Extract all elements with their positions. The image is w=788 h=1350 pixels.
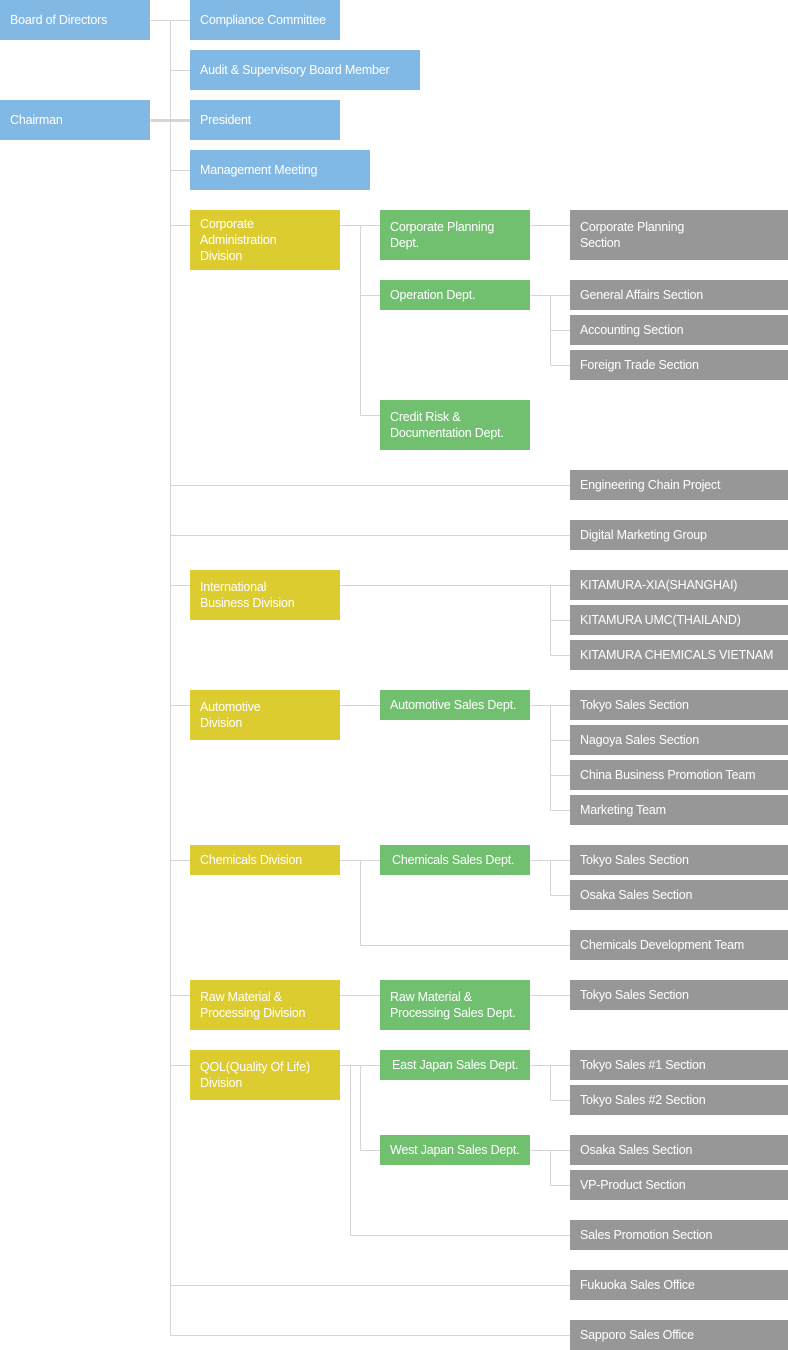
digital-marketing-group-box: Digital Marketing Group xyxy=(570,520,788,550)
sales-promotion-section-box: Sales Promotion Section xyxy=(570,1220,788,1250)
east-japan-sales-dept-box: East Japan Sales Dept. xyxy=(380,1050,530,1080)
compliance-committee-box: Compliance Committee xyxy=(190,0,340,40)
fukuoka-sales-office-box: Fukuoka Sales Office xyxy=(570,1270,788,1300)
automotive-sales-dept-box: Automotive Sales Dept. xyxy=(380,690,530,720)
qol-division-box: QOL(Quality Of Life) Division xyxy=(190,1050,340,1100)
kitamura-vietnam-box: KITAMURA CHEMICALS VIETNAM xyxy=(570,640,788,670)
chem-tokyo-sales-section-box: Tokyo Sales Section xyxy=(570,845,788,875)
general-affairs-section-box: General Affairs Section xyxy=(570,280,788,310)
accounting-section-box: Accounting Section xyxy=(570,315,788,345)
chemicals-division-box: Chemicals Division xyxy=(190,845,340,875)
corporate-planning-section-box: Corporate Planning Section xyxy=(570,210,788,260)
kitamura-umc-box: KITAMURA UMC(THAILAND) xyxy=(570,605,788,635)
chemicals-sales-dept-box: Chemicals Sales Dept. xyxy=(380,845,530,875)
board-of-directors-box: Board of Directors xyxy=(0,0,150,40)
tokyo-sales-1-section-box: Tokyo Sales #1 Section xyxy=(570,1050,788,1080)
chairman-box: Chairman xyxy=(0,100,150,140)
raw-material-sales-dept-box: Raw Material & Processing Sales Dept. xyxy=(380,980,530,1030)
credit-risk-dept-box: Credit Risk & Documentation Dept. xyxy=(380,400,530,450)
foreign-trade-section-box: Foreign Trade Section xyxy=(570,350,788,380)
kitamura-xia-box: KITAMURA-XIA(SHANGHAI) xyxy=(570,570,788,600)
corporate-admin-division-box: Corporate Administration Division xyxy=(190,210,340,270)
marketing-team-box: Marketing Team xyxy=(570,795,788,825)
auto-tokyo-sales-section-box: Tokyo Sales Section xyxy=(570,690,788,720)
chem-osaka-sales-section-box: Osaka Sales Section xyxy=(570,880,788,910)
chemicals-development-team-box: Chemicals Development Team xyxy=(570,930,788,960)
international-division-box: International Business Division xyxy=(190,570,340,620)
tokyo-sales-2-section-box: Tokyo Sales #2 Section xyxy=(570,1085,788,1115)
vp-product-section-box: VP-Product Section xyxy=(570,1170,788,1200)
raw-material-division-box: Raw Material & Processing Division xyxy=(190,980,340,1030)
operation-dept-box: Operation Dept. xyxy=(380,280,530,310)
corporate-planning-dept-box: Corporate Planning Dept. xyxy=(380,210,530,260)
sapporo-sales-office-box: Sapporo Sales Office xyxy=(570,1320,788,1350)
nagoya-sales-section-box: Nagoya Sales Section xyxy=(570,725,788,755)
president-box: President xyxy=(190,100,340,140)
west-japan-sales-dept-box: West Japan Sales Dept. xyxy=(380,1135,530,1165)
qol-osaka-sales-section-box: Osaka Sales Section xyxy=(570,1135,788,1165)
management-meeting-box: Management Meeting xyxy=(190,150,370,190)
automotive-division-box: Automotive Division xyxy=(190,690,340,740)
audit-board-box: Audit & Supervisory Board Member xyxy=(190,50,420,90)
engineering-chain-project-box: Engineering Chain Project xyxy=(570,470,788,500)
raw-tokyo-sales-section-box: Tokyo Sales Section xyxy=(570,980,788,1010)
china-business-team-box: China Business Promotion Team xyxy=(570,760,788,790)
